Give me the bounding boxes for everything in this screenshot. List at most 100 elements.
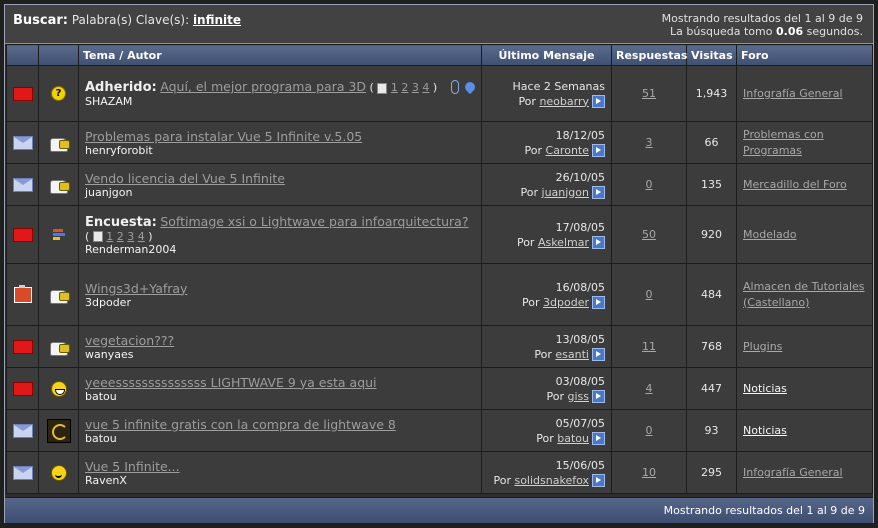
forum-link[interactable]: Infografía General — [743, 87, 843, 100]
topic-author: 3dpoder — [85, 295, 131, 309]
topic-title-link[interactable]: Problemas para instalar Vue 5 Infinite v… — [85, 129, 362, 144]
topic-cell: Encuesta: Softimage xsi o Lightwave para… — [78, 205, 482, 264]
last-post-user-link[interactable]: juanjgon — [542, 186, 589, 199]
page-link[interactable]: 2 — [117, 230, 124, 243]
topic-cell: Vue 5 Infinite... RavenX — [78, 451, 482, 494]
last-post-user-link[interactable]: Caronte — [546, 144, 589, 157]
topic-title-link[interactable]: Vue 5 Infinite... — [85, 459, 180, 474]
topic-type-cell: ? — [38, 65, 79, 122]
last-post-user-link[interactable]: batou — [557, 432, 589, 445]
poll-bars-icon — [51, 228, 67, 241]
forum-link[interactable]: Mercadillo del Foro — [743, 178, 847, 191]
replies-link[interactable]: 4 — [646, 382, 653, 395]
last-post-user-link[interactable]: solidsnakefox — [514, 474, 589, 487]
topic-status-cell — [6, 121, 39, 164]
topic-author: batou — [85, 431, 117, 445]
last-post-user-link[interactable]: esanti — [555, 348, 589, 361]
topic-title-link[interactable]: Vendo licencia del Vue 5 Infinite — [85, 171, 285, 186]
go-to-last-post-icon[interactable] — [592, 432, 605, 445]
views-column-header: Visitas — [686, 44, 737, 66]
last-post-cell: 15/06/05 Por solidsnakefox — [481, 451, 612, 494]
topic-title-link[interactable]: Aquí, el mejor programa para 3D — [160, 79, 366, 94]
last-post-user-link[interactable]: neobarry — [539, 95, 589, 108]
topic-title-link[interactable]: vegetacion??? — [85, 333, 174, 348]
pages-icon — [92, 231, 103, 242]
topic-type-cell — [38, 121, 79, 164]
last-post-date: 03/08/05 — [555, 374, 605, 388]
replies-link[interactable]: 50 — [642, 228, 656, 241]
footer-results-count: Mostrando resultados del 1 al 9 de 9 — [663, 504, 865, 517]
topic-label: Adherido: — [85, 80, 157, 95]
page-link[interactable]: 3 — [412, 81, 419, 94]
forum-link[interactable]: Noticias — [743, 382, 787, 395]
go-to-last-post-icon[interactable] — [592, 348, 605, 361]
replies-cell: 0 — [611, 163, 687, 206]
envelope-icon — [12, 177, 33, 192]
replies-link[interactable]: 0 — [646, 288, 653, 301]
topic-status-cell — [6, 451, 39, 494]
topic-title-link[interactable]: Softimage xsi o Lightwave para infoarqui… — [160, 214, 468, 229]
replies-link[interactable]: 51 — [642, 87, 656, 100]
replies-column-header: Respuestas — [611, 44, 687, 66]
topic-title-link[interactable]: vue 5 infinite gratis con la compra de l… — [85, 417, 396, 432]
page-link[interactable]: 3 — [127, 230, 134, 243]
last-post-date: 15/06/05 — [555, 458, 605, 472]
replies-link[interactable]: 3 — [646, 136, 653, 149]
page-link[interactable]: 1 — [391, 81, 398, 94]
go-to-last-post-icon[interactable] — [592, 390, 605, 403]
go-to-last-post-icon[interactable] — [592, 186, 605, 199]
last-post-user-link[interactable]: 3dpoder — [543, 296, 589, 309]
replies-link[interactable]: 10 — [642, 466, 656, 479]
last-post-user-link[interactable]: Askelmar — [538, 236, 589, 249]
go-to-last-post-icon[interactable] — [592, 144, 605, 157]
pointing-hand-icon — [48, 178, 70, 194]
forum-link[interactable]: Almacen de Tutoriales (Castellano) — [743, 280, 865, 309]
forum-cell: Mercadillo del Foro — [736, 163, 873, 206]
search-summary: Buscar: Palabra(s) Clave(s): infinite — [13, 13, 241, 28]
last-post-cell: 05/07/05 Por batou — [481, 409, 612, 452]
replies-link[interactable]: 11 — [642, 340, 656, 353]
topic-status-cell — [6, 205, 39, 264]
page-link[interactable]: 1 — [106, 230, 113, 243]
views-cell: 1,943 — [686, 65, 737, 122]
forum-link[interactable]: Plugins — [743, 340, 782, 353]
go-to-last-post-icon[interactable] — [592, 236, 605, 249]
last-post-by: Por solidsnakefox — [488, 473, 605, 488]
go-to-last-post-icon[interactable] — [592, 95, 605, 108]
results-count: Mostrando resultados del 1 al 9 de 9 — [661, 12, 863, 25]
topic-type-cell — [38, 205, 79, 264]
topic-title-link[interactable]: yeeessssssssssssss LIGHTWAVE 9 ya esta a… — [85, 375, 377, 390]
search-keyword-link[interactable]: infinite — [193, 13, 241, 27]
forum-cell: Almacen de Tutoriales (Castellano) — [736, 263, 873, 326]
replies-link[interactable]: 0 — [646, 424, 653, 437]
replies-cell: 0 — [611, 263, 687, 326]
last-post-by: Por Caronte — [488, 143, 605, 158]
page-link[interactable]: 4 — [422, 81, 429, 94]
go-to-last-post-icon[interactable] — [592, 474, 605, 487]
clipboard-icon — [13, 284, 32, 303]
replies-cell: 11 — [611, 325, 687, 368]
page-links: ( 1 2 3 4 ) — [85, 229, 153, 243]
topic-title-link[interactable]: Wings3d+Yafray — [85, 281, 187, 296]
topic-type-cell — [38, 325, 79, 368]
forum-link[interactable]: Infografía General — [743, 466, 843, 479]
views-cell: 93 — [686, 409, 737, 452]
topic-cell: Wings3d+Yafray 3dpoder — [78, 263, 482, 326]
replies-cell: 50 — [611, 205, 687, 264]
page-link[interactable]: 2 — [401, 81, 408, 94]
forum-link[interactable]: Modelado — [743, 228, 796, 241]
forum-link[interactable]: Noticias — [743, 424, 787, 437]
question-icon: ? — [51, 86, 66, 101]
topic-cell: Problemas para instalar Vue 5 Infinite v… — [78, 121, 482, 164]
go-to-last-post-icon[interactable] — [592, 296, 605, 309]
topic-label: Encuesta: — [85, 214, 157, 230]
table-row: Vue 5 Infinite... RavenX 15/06/05 Por solid… — [6, 451, 873, 494]
forum-cell: Noticias — [736, 367, 873, 410]
replies-link[interactable]: 0 — [646, 178, 653, 191]
last-post-user-link[interactable]: giss — [567, 390, 589, 403]
page-link[interactable]: 4 — [138, 230, 145, 243]
table-header-row: Tema / Autor Último Mensaje Respuestas V… — [6, 44, 873, 66]
forum-link[interactable]: Problemas con Programas — [743, 128, 824, 157]
last-post-date: 17/08/05 — [555, 220, 605, 234]
envelope-icon — [12, 135, 33, 150]
